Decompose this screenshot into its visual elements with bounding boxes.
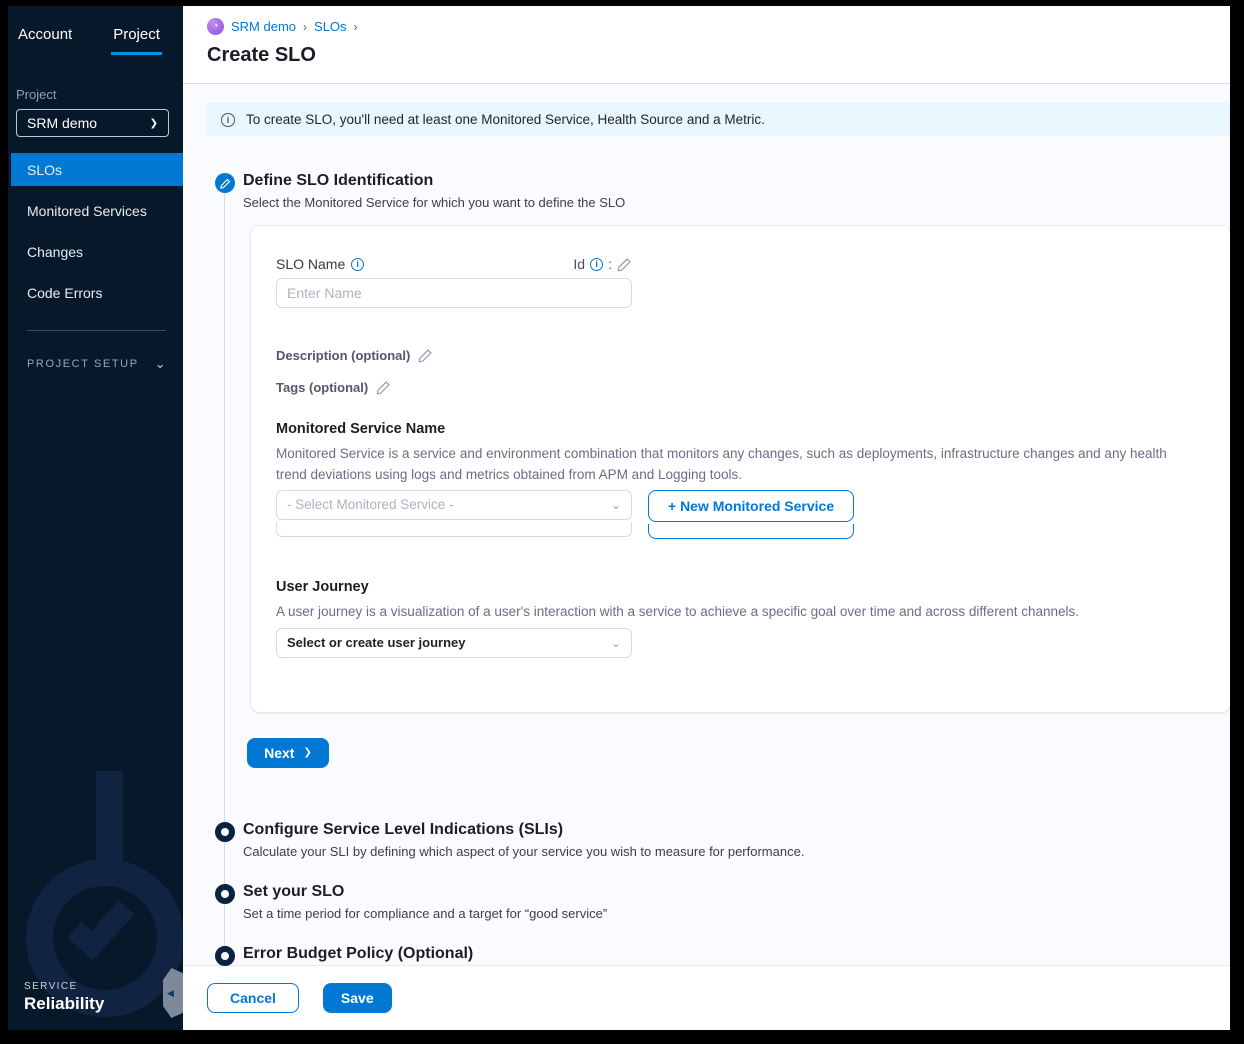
project-selector[interactable]: SRM demo ❯ [16,109,169,137]
monitored-service-description: Monitored Service is a service and envir… [276,443,1188,486]
chevron-down-icon: ⌄ [155,356,166,372]
page-title: Create SLO [207,44,1230,67]
slo-name-label: SLO Name i [276,256,364,272]
step3-circle-icon [215,884,235,904]
step1-subtitle: Select the Monitored Service for which y… [243,195,625,210]
info-banner-text: To create SLO, you'll need at least one … [246,112,765,127]
id-label: Id i : [573,256,632,272]
user-journey-description: A user journey is a visualization of a u… [276,601,1188,622]
monitored-service-select-placeholder: - Select Monitored Service - [287,497,454,512]
srm-module-icon: ◔ [207,18,224,35]
scope-tabs: Account Project [8,6,183,55]
new-monitored-service-button[interactable]: + New Monitored Service [648,490,854,522]
step1-title: Define SLO Identification [243,172,625,190]
info-banner: i To create SLO, you'll need at least on… [207,103,1230,136]
breadcrumb-link-srm-demo[interactable]: SRM demo [231,19,296,34]
project-selector-value: SRM demo [27,115,97,131]
id-label-text: Id [573,256,585,272]
action-footer: Cancel Save [183,966,1230,1030]
step-configure-slis[interactable]: Configure Service Level Indications (SLI… [215,821,1230,859]
tags-label-text: Tags (optional) [276,380,368,395]
sidebar-item-changes[interactable]: Changes [8,235,183,268]
next-button[interactable]: Next ❯ [247,738,329,768]
user-journey-select-value: Select or create user journey [287,635,465,650]
monitored-service-heading: Monitored Service Name [276,421,1205,437]
wizard-steps: Define SLO Identification Select the Mon… [207,172,1230,966]
breadcrumb-link-slos[interactable]: SLOs [314,19,347,34]
sidebar-nav: SLOs Monitored Services Changes Code Err… [8,153,183,309]
step1-edit-icon [215,173,235,193]
sidebar-item-monitored-services[interactable]: Monitored Services [8,194,183,227]
edit-description-icon[interactable] [418,348,433,363]
sidebar-divider [27,330,166,331]
module-brand: SERVICE Reliability [24,981,104,1014]
step3-title: Set your SLO [243,883,607,901]
slo-name-input[interactable] [276,278,632,308]
chevron-right-icon: ❯ [150,118,158,129]
brand-name: Reliability [24,994,104,1014]
sidebar: Account Project Project SRM demo ❯ SLOs … [8,6,183,1030]
new-monitored-service-button-ghost [648,524,854,539]
page-header: ◔ SRM demo › SLOs › Create SLO [183,6,1230,84]
chevron-down-icon: ⌄ [611,636,621,650]
step2-circle-icon [215,822,235,842]
sidebar-collapse-button[interactable]: ◀ [163,968,183,1018]
step-error-budget-policy[interactable]: Error Budget Policy (Optional) Notificat… [215,945,1230,966]
step-set-your-slo[interactable]: Set your SLO Set a time period for compl… [215,883,1230,921]
sidebar-item-slos[interactable]: SLOs [11,153,183,186]
step-define-slo-identification: Define SLO Identification Select the Mon… [215,172,1230,797]
cancel-button[interactable]: Cancel [207,983,299,1013]
brand-eyebrow: SERVICE [24,981,104,992]
tags-optional-toggle[interactable]: Tags (optional) [276,380,1205,395]
step4-title: Error Budget Policy (Optional) [243,945,786,963]
breadcrumb-separator-icon: › [354,20,358,34]
collapse-left-icon: ◀ [167,988,174,999]
sidebar-item-project-setup[interactable]: PROJECT SETUP ⌄ [27,356,183,372]
slo-name-label-text: SLO Name [276,256,345,272]
info-icon: i [221,113,235,127]
project-setup-label: PROJECT SETUP [27,358,139,370]
user-journey-select[interactable]: Select or create user journey ⌄ [276,628,632,658]
page-content: i To create SLO, you'll need at least on… [183,84,1230,966]
app-window: Account Project Project SRM demo ❯ SLOs … [8,6,1230,1030]
tab-project[interactable]: Project [111,20,162,55]
save-button[interactable]: Save [323,983,392,1013]
step4-circle-icon [215,946,235,966]
slo-name-info-icon[interactable]: i [351,258,364,271]
chevron-right-icon: ❯ [303,747,311,758]
edit-id-icon[interactable] [617,257,632,272]
step2-subtitle: Calculate your SLI by defining which asp… [243,844,804,859]
id-separator: : [608,256,612,272]
description-label-text: Description (optional) [276,348,410,363]
user-journey-heading: User Journey [276,579,1205,595]
slo-identification-card: SLO Name i Id i : [251,226,1230,712]
next-button-label: Next [264,745,294,761]
project-section-label: Project [16,87,183,102]
step3-subtitle: Set a time period for compliance and a t… [243,906,607,921]
id-info-icon[interactable]: i [590,258,603,271]
chevron-down-icon: ⌄ [611,498,621,512]
description-optional-toggle[interactable]: Description (optional) [276,348,1205,363]
step2-title: Configure Service Level Indications (SLI… [243,821,804,839]
tab-account[interactable]: Account [16,20,74,55]
main-area: ◔ SRM demo › SLOs › Create SLO i To crea… [183,6,1230,1030]
breadcrumb-separator-icon: › [303,20,307,34]
edit-tags-icon[interactable] [376,380,391,395]
monitored-service-select-ghost [276,522,632,537]
breadcrumb: ◔ SRM demo › SLOs › [207,18,1230,35]
monitored-service-select[interactable]: - Select Monitored Service - ⌄ [276,490,632,520]
sidebar-item-code-errors[interactable]: Code Errors [8,276,183,309]
